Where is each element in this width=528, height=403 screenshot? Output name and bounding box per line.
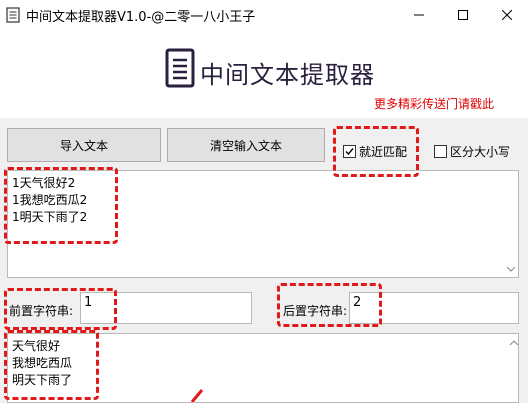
suffix-input[interactable]: 2 [349,292,519,324]
minimize-button[interactable] [398,0,440,30]
check-box[interactable] [343,145,356,158]
maximize-button[interactable] [442,0,484,30]
case-sensitive-checkbox[interactable]: 区分大小写 [434,143,510,160]
window-title: 中间文本提取器V1.0-@二零一八小王子 [26,10,256,25]
prefix-input[interactable]: 1 [80,292,252,324]
document-icon [6,7,20,23]
nearest-match-checkbox[interactable]: 就近匹配 [343,143,407,160]
import-text-button[interactable]: 导入文本 [7,128,161,162]
nearest-match-label: 就近匹配 [359,145,408,159]
app-heading: 中间文本提取器 [200,61,375,89]
close-icon [502,10,512,20]
output-textarea[interactable]: 天气很好 我想吃西瓜 明天下雨了 [7,333,519,403]
minimize-icon [414,14,424,16]
checkmark-icon [345,148,354,156]
promo-link[interactable]: 更多精彩传送门请戳此 [374,95,494,112]
case-sensitive-label: 区分大小写 [450,145,511,159]
suffix-label: 后置字符串: [283,304,348,318]
document-icon [165,48,195,88]
resize-grip-icon [506,266,516,272]
close-button[interactable] [486,0,528,30]
check-box[interactable] [434,145,447,158]
input-textarea[interactable]: 1天气很好2 1我想吃西瓜2 1明天下雨了2 [7,170,519,278]
maximize-icon [458,10,468,20]
scroll-up-icon[interactable] [509,338,519,348]
prefix-label: 前置字符串: [9,304,74,318]
clear-input-button[interactable]: 清空输入文本 [167,128,325,162]
